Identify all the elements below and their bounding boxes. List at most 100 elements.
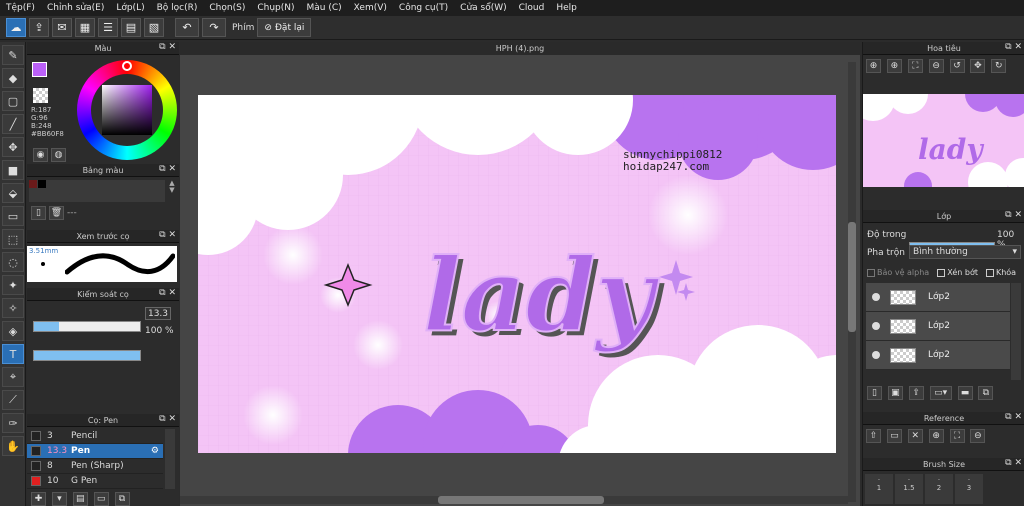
menu-capture[interactable]: Chụp(N) — [257, 3, 294, 13]
brush-size-cell[interactable]: · 2 — [925, 474, 953, 504]
panel-controls-icon[interactable]: ⧉ ✕ — [1005, 458, 1022, 468]
brush-opacity-slider[interactable] — [33, 350, 141, 361]
palette-scroll-icon[interactable]: ▲ ▼ — [167, 180, 177, 202]
layer-add-menu-icon[interactable]: ▭▾ — [929, 386, 952, 400]
pen-tool-icon[interactable]: ✑ — [2, 413, 24, 433]
brush-size-value[interactable]: 13.3 — [145, 307, 171, 320]
menu-window[interactable]: Cửa sổ(W) — [460, 3, 506, 13]
delete-palette-icon[interactable]: 🗑 — [49, 206, 64, 220]
brush-item-pen[interactable]: 13.3 Pen ⚙ — [27, 444, 163, 459]
brush-item-pencil[interactable]: 3 Pencil — [27, 429, 163, 444]
layer-item[interactable]: Lớp2 — [866, 312, 1010, 341]
brush-folder-icon[interactable]: ▭ — [93, 492, 109, 506]
eye-icon[interactable] — [872, 293, 880, 301]
brush-tool-icon[interactable]: ✎ — [2, 45, 24, 65]
brush-copy-icon[interactable]: ⧉ — [114, 492, 130, 506]
fill-tool-icon[interactable]: ⬙ — [2, 183, 24, 203]
reference-open-icon[interactable]: ▭ — [886, 429, 902, 443]
add-brush-icon[interactable]: ✚ — [31, 492, 46, 506]
menu-help[interactable]: Help — [556, 3, 577, 13]
reference-close-icon[interactable]: ✕ — [907, 429, 923, 443]
new-vector-layer-icon[interactable]: ▣ — [887, 386, 903, 400]
tiles-icon[interactable]: ▤ — [121, 18, 141, 37]
menu-edit[interactable]: Chỉnh sửa(E) — [47, 3, 104, 13]
menu-view[interactable]: Xem(V) — [354, 3, 387, 13]
hue-handle[interactable] — [122, 61, 132, 71]
redo-icon[interactable]: ↷ — [202, 18, 226, 37]
menu-filter[interactable]: Bộ lọc(R) — [157, 3, 198, 13]
move-tool-icon[interactable]: ✥ — [2, 137, 24, 157]
rotate-right-icon[interactable]: ↻ — [991, 59, 1007, 73]
canvas[interactable]: lady lady sunnychippi0812 hoidap247.com — [198, 95, 836, 453]
layer-item[interactable]: Lớp2 — [866, 341, 1010, 370]
blend-mode-select[interactable]: Bình thường ▾ — [909, 245, 1021, 259]
list-icon[interactable]: ☰ — [98, 18, 118, 37]
zoom-out-icon[interactable]: ⊖ — [928, 59, 944, 73]
eye-icon[interactable] — [872, 322, 880, 330]
layer-folder-icon[interactable]: ▬ — [957, 386, 973, 400]
brush-options-icon[interactable]: ▾ — [51, 492, 67, 506]
panel-controls-icon[interactable]: ⧉ ✕ — [1005, 42, 1022, 52]
brush-menu-icon[interactable]: ▤ — [72, 492, 88, 506]
reset-view-icon[interactable]: ✥ — [970, 59, 986, 73]
clip-checkbox[interactable]: Xén bớt — [937, 268, 978, 277]
reference-upload-icon[interactable]: ⇧ — [866, 429, 881, 443]
export-icon[interactable]: ⇪ — [29, 18, 49, 37]
reset-button[interactable]: ⊘ Đặt lại — [257, 18, 312, 37]
document-tab[interactable]: HPH (4).png — [496, 44, 545, 53]
layer-item[interactable]: Lớp2 — [866, 283, 1010, 312]
brush-list-scrollbar[interactable] — [165, 429, 175, 489]
protect-alpha-checkbox[interactable]: Bảo vệ alpha — [867, 268, 929, 277]
lock-checkbox[interactable]: Khóa — [985, 268, 1016, 277]
zoom-fit-icon[interactable]: ⊕ — [866, 59, 881, 73]
gear-icon[interactable]: ⚙ — [151, 446, 159, 456]
select-eraser-tool-icon[interactable]: ◈ — [2, 321, 24, 341]
new-palette-icon[interactable]: ▯ — [31, 206, 46, 220]
brush-size-cell[interactable]: · 1.5 — [895, 474, 923, 504]
rotate-left-icon[interactable]: ↺ — [949, 59, 965, 73]
brush-item-g-pen[interactable]: 10 G Pen — [27, 474, 163, 489]
undo-icon[interactable]: ↶ — [175, 18, 199, 37]
magic-wand-tool-icon[interactable]: ✦ — [2, 275, 24, 295]
shape-tool-icon[interactable]: ■ — [2, 160, 24, 180]
palette-color[interactable] — [29, 180, 37, 188]
reference-zoom-out-icon[interactable]: ⊖ — [970, 429, 986, 443]
brush-item-pen-sharp[interactable]: 8 Pen (Sharp) — [27, 459, 163, 474]
layer-copy-icon[interactable]: ⧉ — [978, 386, 994, 400]
layer-import-icon[interactable]: ⇪ — [908, 386, 924, 400]
chat-icon[interactable]: ✉ — [52, 18, 72, 37]
eyedropper-tool-icon[interactable]: ⟋ — [2, 390, 24, 410]
eraser-tool-icon[interactable]: ◆ — [2, 68, 24, 88]
fit-window-icon[interactable]: ⛶ — [907, 59, 923, 73]
color-mode-icon[interactable]: ◉ — [33, 148, 48, 162]
menu-cloud[interactable]: Cloud — [519, 3, 545, 13]
cloud-icon[interactable]: ☁ — [6, 18, 26, 37]
canvas-horizontal-scrollbar[interactable] — [180, 496, 848, 504]
panel-controls-icon[interactable]: ⧉ ✕ — [159, 288, 176, 298]
saturation-square[interactable] — [102, 85, 152, 135]
palette-color[interactable] — [38, 180, 46, 188]
text-tool-icon[interactable]: T — [2, 344, 24, 364]
menu-color[interactable]: Màu (C) — [307, 3, 342, 13]
palette-icon[interactable]: ▧ — [144, 18, 164, 37]
navigator-preview[interactable]: lady — [863, 94, 1024, 187]
brush-size-cell[interactable]: · 1 — [865, 474, 893, 504]
brush-size-cell[interactable]: · 3 — [955, 474, 983, 504]
menu-layer[interactable]: Lớp(L) — [116, 3, 144, 13]
panel-controls-icon[interactable]: ⧉ ✕ — [159, 42, 176, 52]
lasso-tool-icon[interactable]: ⬚ — [2, 229, 24, 249]
color-set-icon[interactable]: ◍ — [51, 148, 66, 162]
layer-list-scrollbar[interactable] — [1011, 283, 1021, 380]
select-pen-tool-icon[interactable]: ✧ — [2, 298, 24, 318]
menu-tools[interactable]: Công cụ(T) — [399, 3, 448, 13]
rect-select-tool-icon[interactable]: ▢ — [2, 91, 24, 111]
panel-controls-icon[interactable]: ⧉ ✕ — [1005, 210, 1022, 220]
canvas-vertical-scrollbar[interactable] — [848, 62, 856, 502]
transparent-swatch[interactable] — [33, 88, 48, 103]
reference-fit-icon[interactable]: ⛶ — [949, 429, 965, 443]
menu-select[interactable]: Chọn(S) — [209, 3, 245, 13]
zoom-in-icon[interactable]: ⊕ — [886, 59, 902, 73]
panel-controls-icon[interactable]: ⧉ ✕ — [159, 414, 176, 424]
gradient-tool-icon[interactable]: ▭ — [2, 206, 24, 226]
eye-icon[interactable] — [872, 351, 880, 359]
